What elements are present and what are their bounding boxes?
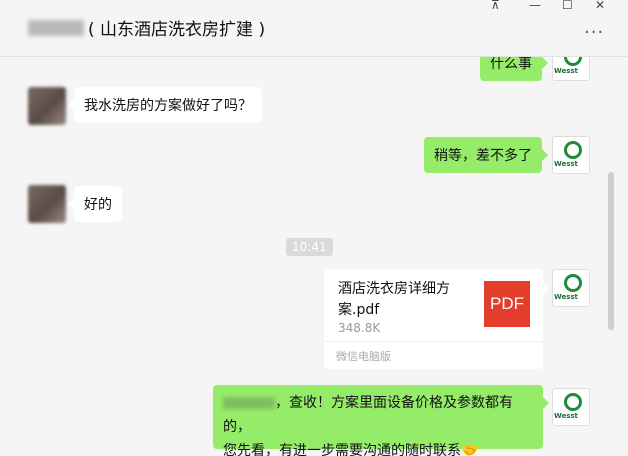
close-icon[interactable]: ✕ [595,0,605,12]
wesst-logo-icon [564,141,582,159]
my-avatar[interactable]: Wesst [552,57,590,81]
maximize-icon[interactable]: ☐ [562,0,573,12]
contact-avatar[interactable] [28,185,66,223]
divider [324,341,543,342]
pdf-file-icon: PDF [484,281,530,327]
message-bubble[interactable]: 好的 [68,186,122,222]
my-avatar[interactable]: Wesst [552,388,590,426]
scrollbar-thumb[interactable] [608,172,614,330]
my-avatar[interactable]: Wesst [552,136,590,174]
wesst-logo-icon [564,274,582,292]
message-bubble[interactable]: 稍等，差不多了 [424,137,548,173]
file-name: 酒店洗衣房详细方案.pdf [338,281,450,318]
minimize-icon[interactable]: — [529,0,541,12]
message-line-2: 您先看，有进一步需要沟通的随时联系🤝 [223,439,533,456]
file-size: 348.8K [338,321,381,335]
handshake-emoji-icon: 🤝 [461,443,479,456]
contact-name-redacted [28,20,84,36]
pin-icon[interactable]: ⊼ [491,0,500,12]
file-message-card[interactable]: 酒店洗衣房详细方案.pdf 348.8K PDF 微信电脑版 [324,269,549,369]
message-bubble[interactable]: ，查收！方案里面设备价格及参数都有的， 您先看，有进一步需要沟通的随时联系🤝 [213,385,549,456]
avatar-brand-text: Wesst [554,293,578,301]
title-bar: ( 山东酒店洗衣房扩建 ) ⊼ — ☐ ✕ ··· [0,0,628,57]
my-avatar[interactable]: Wesst [552,269,590,307]
wesst-logo-icon [564,393,582,411]
message-bubble[interactable]: 什么事 [480,57,548,81]
message-line-1: ，查收！方案里面设备价格及参数都有的， [223,395,513,435]
name-redacted [223,397,275,409]
chat-title: ( 山东酒店洗衣房扩建 ) [88,20,266,40]
chat-area: 什么事 Wesst 我水洗房的方案做好了吗？ 稍等，差不多了 Wesst 好的 … [0,57,628,456]
contact-avatar[interactable] [28,87,66,125]
more-options-icon[interactable]: ··· [584,22,604,43]
file-source-label: 微信电脑版 [336,350,391,363]
message-bubble[interactable]: 我水洗房的方案做好了吗？ [68,87,262,123]
wesst-logo-icon [564,57,582,66]
avatar-brand-text: Wesst [554,412,578,420]
timestamp: 10:41 [286,238,333,256]
avatar-brand-text: Wesst [554,160,578,168]
avatar-brand-text: Wesst [554,67,578,75]
